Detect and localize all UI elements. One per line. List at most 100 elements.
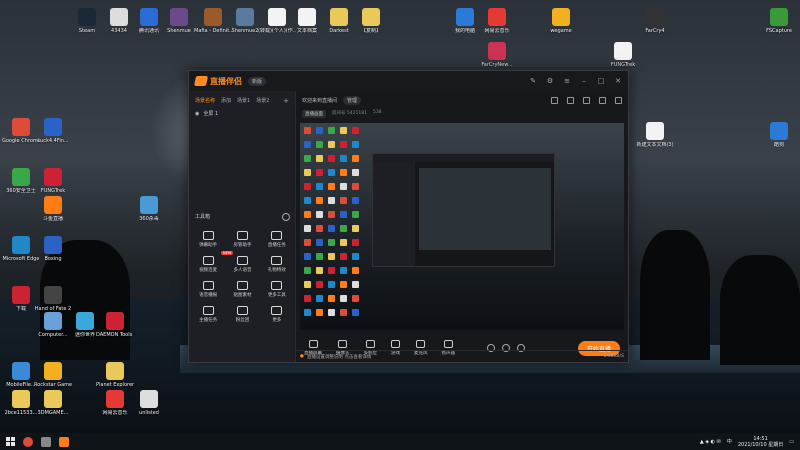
manage-chip[interactable]: 管理	[343, 96, 362, 105]
desktop-icon[interactable]: Boxing	[34, 236, 72, 262]
desktop-icon[interactable]: 3DMGAME...	[34, 390, 72, 416]
desktop-icon[interactable]: Luck4.4Fin...	[34, 118, 72, 144]
tool-item[interactable]: 直播任务	[260, 231, 294, 248]
new-badge: NEW	[221, 251, 234, 255]
desktop-icon[interactable]: 网易云音乐	[96, 390, 134, 416]
desktop-icon[interactable]: wegame	[542, 8, 580, 34]
feather-icon[interactable]: ✎	[529, 77, 537, 85]
preview-mini-icon	[352, 225, 359, 232]
desktop-icon[interactable]: 网易云音乐	[478, 8, 516, 34]
desktop-icon[interactable]: FarCry4	[636, 8, 674, 34]
desktop-icon-label: Rockstar Games	[34, 382, 72, 388]
app-icon	[140, 196, 158, 214]
tool-item[interactable]: 粉丝团	[225, 306, 259, 323]
version-badge[interactable]: 新版	[248, 76, 267, 86]
lock-icon[interactable]	[567, 97, 574, 104]
preview-chip[interactable]: 直播画面	[302, 110, 326, 118]
notification-icon[interactable]: ▭	[789, 439, 794, 445]
app-icon	[12, 286, 30, 304]
toolbox-toggle-icon[interactable]	[282, 213, 290, 221]
tray-icons[interactable]: ▲ ◈ ◐ ✉	[700, 439, 721, 445]
desktop-icon[interactable]: 酷狗	[760, 122, 798, 148]
stream-preview[interactable]	[300, 123, 624, 330]
tab-scene-name[interactable]: 场景名称	[195, 97, 215, 105]
screen-icon[interactable]	[583, 97, 590, 104]
start-button[interactable]	[6, 437, 15, 446]
app-icon	[44, 236, 62, 254]
copy-icon[interactable]	[599, 97, 606, 104]
tab-scene-2[interactable]: 场景2	[256, 97, 269, 105]
desktop-icon[interactable]: FUNGTrek	[34, 168, 72, 194]
desktop-icon[interactable]: 新建文本文档(3)	[636, 122, 674, 148]
input-method[interactable]: 中	[727, 438, 732, 445]
desktop-icon[interactable]: Planet Explorers	[96, 362, 134, 388]
desktop-icon[interactable]: DAEMON Tools Lite	[96, 312, 134, 338]
preview-mini-icon	[316, 211, 323, 218]
desktop-icon[interactable]: unlisted	[130, 390, 168, 416]
live-app-taskbar-icon[interactable]	[59, 436, 69, 447]
desktop-icon[interactable]: 【复制】	[352, 8, 390, 34]
tool-item[interactable]: 更多工具	[260, 281, 294, 298]
maximize-icon[interactable]: □	[597, 77, 605, 85]
tool-item[interactable]: 主播任务	[191, 306, 225, 323]
preview-mini-icon	[328, 155, 335, 162]
add-scene-icon[interactable]: +	[283, 97, 289, 105]
window-titlebar[interactable]: 直播伴侣 新版 ✎ ⚙ ≡ – □ ✕	[189, 71, 628, 91]
tool-icon	[202, 231, 214, 240]
tool-item[interactable]: 贴图素材	[225, 281, 259, 298]
tool-item[interactable]: 多人语音	[225, 256, 259, 273]
desktop-icon-label: Boxing	[44, 256, 62, 262]
status-message[interactable]: 直播设置调整说明 点击查看详情	[307, 354, 371, 360]
layers-icon[interactable]	[551, 97, 558, 104]
main-panel: 欢迎来到直播间 管理 直播画面 房间号 5421181 538 直播屏幕 摄像头…	[296, 91, 628, 362]
preview-mini-icon	[304, 267, 311, 274]
desktop-icon[interactable]: 斗鱼直播	[34, 196, 72, 222]
preview-mini-icon	[340, 169, 347, 176]
desktop-icon[interactable]: Shenmue	[160, 8, 198, 34]
preview-mini-icon	[304, 225, 311, 232]
tool-item[interactable]: 礼物特效	[260, 256, 294, 273]
desktop-icon-label: 新建文本文档(3)	[636, 142, 674, 148]
chrome-taskbar-icon[interactable]	[23, 436, 33, 447]
app-icon	[44, 390, 62, 408]
main-header: 欢迎来到直播间 管理	[296, 91, 628, 110]
app-name: 直播伴侣	[210, 76, 242, 86]
preview-mini-icon	[352, 183, 359, 190]
desktop-icon[interactable]: FarCryNew...	[478, 42, 516, 68]
tab-scene-1[interactable]: 场景1	[237, 97, 250, 105]
desktop-icon-label: Planet Explorers	[96, 382, 134, 388]
room-info: 房间号 5421181	[332, 111, 367, 116]
preview-mini-icon	[352, 141, 359, 148]
desktop-icon[interactable]: FUNGTrek	[604, 42, 642, 68]
minimize-icon[interactable]: –	[580, 77, 588, 85]
desktop-icon-label: Steam	[78, 28, 96, 34]
tab-add[interactable]: 添加	[221, 97, 231, 105]
desktop-icon[interactable]: Computer...	[34, 312, 72, 338]
app-icon	[78, 8, 96, 26]
eye-icon[interactable]: ◉	[195, 111, 199, 117]
tool-item[interactable]: 视频连麦 NEW	[191, 251, 234, 273]
share-icon[interactable]	[615, 97, 622, 104]
desktop-icon[interactable]: Hand of Fate 2	[34, 286, 72, 312]
settings-icon[interactable]: ⚙	[546, 77, 554, 85]
desktop-icon[interactable]: 360杀毒	[130, 196, 168, 222]
tool-item[interactable]: 语音播报	[191, 281, 225, 298]
desktop-icon[interactable]: Rockstar Games	[34, 362, 72, 388]
preview-mini-icon	[352, 295, 359, 302]
tool-item[interactable]: 更多	[260, 306, 294, 323]
tool-item[interactable]: 房管助手	[225, 231, 259, 248]
menu-icon[interactable]: ≡	[563, 77, 571, 85]
preview-mini-icon	[316, 281, 323, 288]
desktop-icon-label: 2bce11533...	[4, 410, 38, 416]
scene-row[interactable]: ◉ 全屏 1	[189, 108, 295, 119]
preview-mini-icon	[352, 211, 359, 218]
clock[interactable]: 14:51 2021/10/10 星期日	[738, 436, 783, 448]
tool-item[interactable]: 弹幕助手	[191, 231, 225, 248]
desktop-icon[interactable]: FSCapture	[760, 8, 798, 34]
pinned-app-icon[interactable]	[41, 436, 51, 447]
tool-icon	[202, 256, 214, 265]
preview-mini-icon	[340, 225, 347, 232]
app-icon	[456, 8, 474, 26]
desktop-icon-label: 网易云音乐	[484, 28, 510, 34]
close-icon[interactable]: ✕	[614, 77, 622, 85]
